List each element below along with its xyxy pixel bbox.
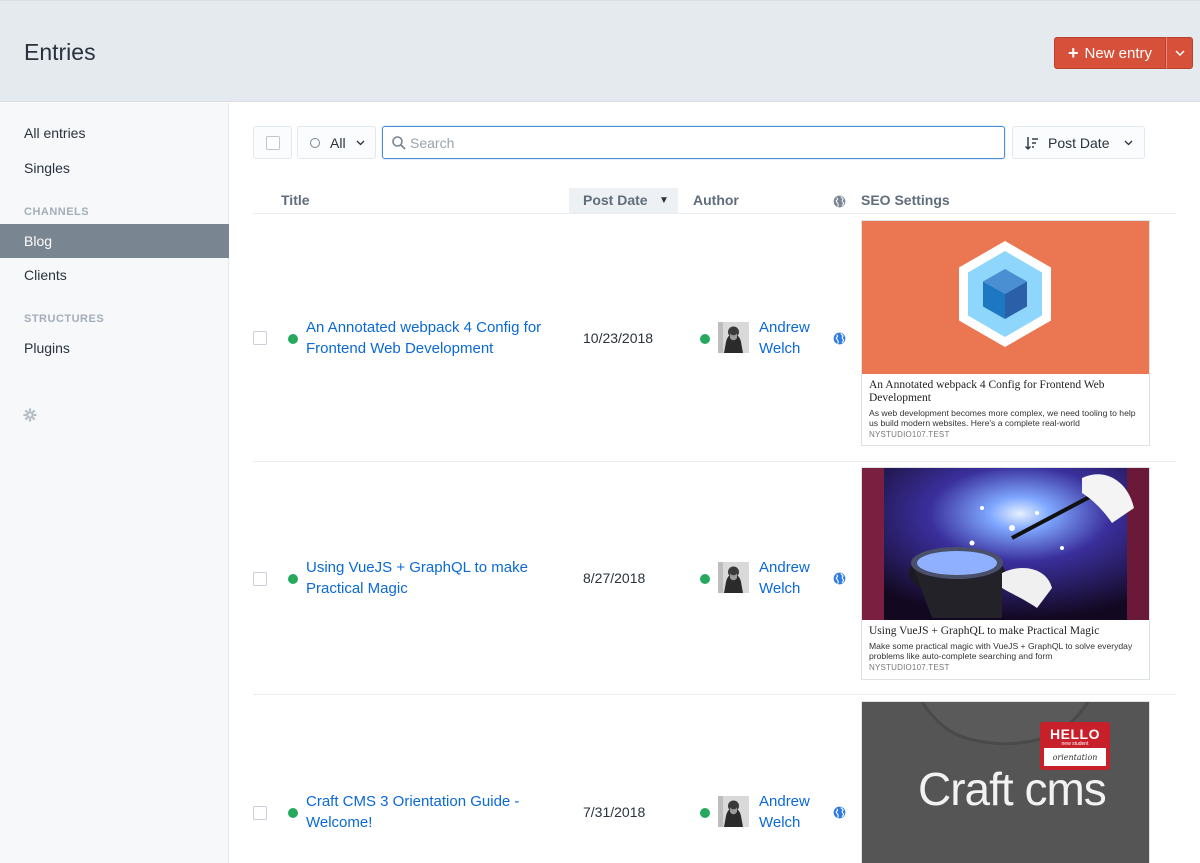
author-link[interactable]: Andrew Welch — [759, 317, 829, 359]
seo-preview-title: An Annotated webpack 4 Config for Fronte… — [869, 379, 1105, 404]
sidebar-item-all-entries[interactable]: All entries — [0, 116, 229, 150]
chevron-down-icon — [356, 140, 365, 145]
row-divider — [253, 461, 1176, 462]
avatar — [718, 562, 749, 593]
status-live-icon — [288, 334, 298, 344]
status-ring-icon — [310, 137, 320, 148]
entry-post-date: 8/27/2018 — [583, 570, 646, 586]
author-status-icon — [700, 334, 710, 344]
status-live-icon — [288, 574, 298, 584]
globe-icon[interactable] — [833, 572, 846, 585]
author-last-name: Welch — [759, 580, 801, 597]
entry-title-line: Welcome! — [306, 814, 373, 831]
author-last-name: Welch — [759, 340, 801, 357]
entry-title-line: Craft CMS 3 Orientation Guide - — [306, 793, 520, 810]
new-entry-button[interactable]: + New entry — [1054, 37, 1166, 69]
column-header-post-date[interactable]: Post Date ▼ — [569, 188, 678, 213]
avatar — [718, 322, 749, 353]
entry-title-line: Practical Magic — [306, 580, 408, 597]
author-status-icon — [700, 808, 710, 818]
column-header-author[interactable]: Author — [693, 188, 739, 213]
entry-title-line: Frontend Web Development — [306, 340, 494, 357]
seo-preview-card[interactable]: An Annotated webpack 4 Config for Fronte… — [861, 220, 1150, 446]
author-link[interactable]: Andrew Welch — [759, 791, 829, 833]
author-last-name: Welch — [759, 814, 801, 831]
sort-desc-icon: ▼ — [659, 195, 669, 206]
seo-preview-image — [862, 221, 1149, 374]
structures-heading: STRUCTURES — [24, 313, 105, 325]
chevron-down-icon — [1174, 50, 1185, 56]
sidebar-item-singles[interactable]: Singles — [0, 151, 229, 185]
row-checkbox[interactable] — [253, 331, 267, 345]
entry-title-line: An Annotated webpack 4 Config for — [306, 319, 542, 336]
select-all-checkbox[interactable] — [253, 126, 292, 159]
chevron-down-icon — [1125, 140, 1133, 145]
seo-badge-hello: HELLO — [1050, 726, 1100, 742]
page-header: Entries + New entry — [0, 0, 1200, 102]
sidebar: All entries Singles CHANNELS Blog Client… — [0, 103, 229, 863]
author-first-name: Andrew — [759, 559, 810, 576]
seo-preview-description: As web development becomes more complex,… — [869, 408, 1136, 428]
column-header-post-date-label: Post Date — [583, 192, 648, 208]
page-title: Entries — [24, 39, 96, 65]
row-checkbox[interactable] — [253, 806, 267, 820]
entry-title-line: Using VueJS + GraphQL to make — [306, 559, 528, 576]
checkbox-box — [266, 136, 280, 150]
sidebar-item-clients[interactable]: Clients — [0, 258, 229, 292]
sort-label: Post Date — [1048, 134, 1110, 151]
seo-preview-title: Using VueJS + GraphQL to make Practical … — [869, 625, 1100, 637]
seo-badge-line: orientation — [1052, 753, 1098, 762]
globe-icon[interactable] — [833, 332, 846, 345]
channels-heading: CHANNELS — [24, 206, 90, 218]
author-first-name: Andrew — [759, 793, 810, 810]
entry-post-date: 10/23/2018 — [583, 330, 654, 346]
seo-preview-card[interactable]: HELLO new student orientation Craft cms — [861, 701, 1150, 863]
entry-title-link[interactable]: Craft CMS 3 Orientation Guide - Welcome! — [306, 791, 556, 833]
column-header-seo[interactable]: SEO Settings — [861, 188, 950, 213]
gear-icon[interactable] — [23, 408, 37, 422]
seo-preview-card[interactable]: Using VueJS + GraphQL to make Practical … — [861, 467, 1150, 680]
plus-icon: + — [1067, 43, 1079, 63]
sidebar-item-plugins[interactable]: Plugins — [0, 331, 229, 365]
entry-title-link[interactable]: An Annotated webpack 4 Config for Fronte… — [306, 317, 556, 359]
globe-icon[interactable] — [833, 806, 846, 819]
header-divider — [253, 213, 1176, 214]
search-input[interactable] — [410, 127, 1000, 158]
seo-badge-subtitle: new student — [1061, 741, 1089, 747]
new-entry-label: New entry — [1084, 44, 1153, 62]
avatar — [718, 796, 749, 827]
seo-preview-description: Make some practical magic with VueJS + G… — [869, 641, 1133, 661]
new-entry-menu-button[interactable] — [1166, 37, 1193, 69]
status-filter-label: All — [330, 134, 346, 151]
sidebar-item-blog[interactable]: Blog — [0, 224, 229, 258]
row-divider — [253, 694, 1176, 695]
sort-button[interactable]: Post Date — [1012, 126, 1145, 159]
author-first-name: Andrew — [759, 319, 810, 336]
search-field[interactable] — [382, 126, 1005, 159]
status-filter-button[interactable]: All — [297, 126, 376, 159]
sort-icon — [1025, 136, 1038, 150]
entry-title-link[interactable]: Using VueJS + GraphQL to make Practical … — [306, 557, 556, 599]
author-status-icon — [700, 574, 710, 584]
seo-preview-site: NYSTUDIO107.TEST — [869, 663, 950, 672]
author-link[interactable]: Andrew Welch — [759, 557, 829, 599]
seo-preview-image — [862, 468, 1149, 620]
seo-image-logo-text: Craft cms — [918, 763, 1107, 815]
row-checkbox[interactable] — [253, 572, 267, 586]
seo-preview-image: HELLO new student orientation Craft cms — [862, 702, 1149, 863]
entry-post-date: 7/31/2018 — [583, 804, 646, 820]
column-header-title[interactable]: Title — [281, 188, 310, 213]
seo-preview-site: NYSTUDIO107.TEST — [869, 430, 950, 439]
status-live-icon — [288, 808, 298, 818]
search-icon — [392, 136, 406, 150]
globe-icon — [833, 195, 846, 208]
